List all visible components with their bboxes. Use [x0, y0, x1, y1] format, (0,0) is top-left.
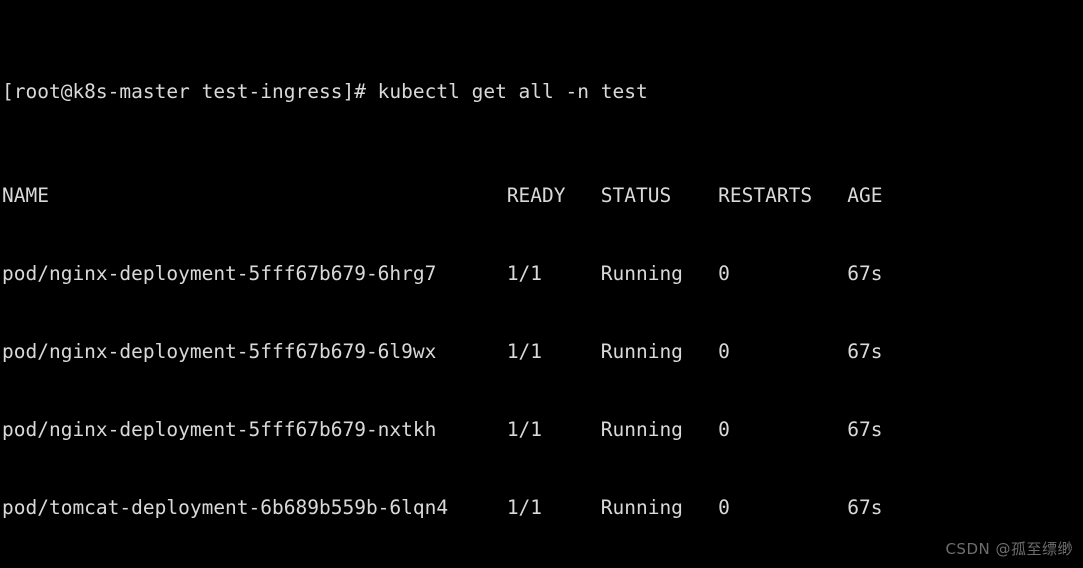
pods-table-header: NAME READY STATUS RESTARTS AGE — [2, 184, 883, 207]
table-row: pod/nginx-deployment-5fff67b679-nxtkh 1/… — [2, 418, 883, 441]
table-row: pod/tomcat-deployment-6b689b559b-6lqn4 1… — [2, 496, 883, 519]
command-line: [root@k8s-master test-ingress]# kubectl … — [2, 80, 648, 103]
terminal-screen: [root@k8s-master test-ingress]# kubectl … — [2, 1, 918, 568]
csdn-watermark: CSDN @孤至缥缈 — [945, 540, 1073, 558]
table-row: pod/nginx-deployment-5fff67b679-6l9wx 1/… — [2, 340, 883, 363]
terminal-window[interactable]: [root@k8s-master test-ingress]# kubectl … — [0, 0, 1083, 568]
table-row: pod/nginx-deployment-5fff67b679-6hrg7 1/… — [2, 262, 883, 285]
